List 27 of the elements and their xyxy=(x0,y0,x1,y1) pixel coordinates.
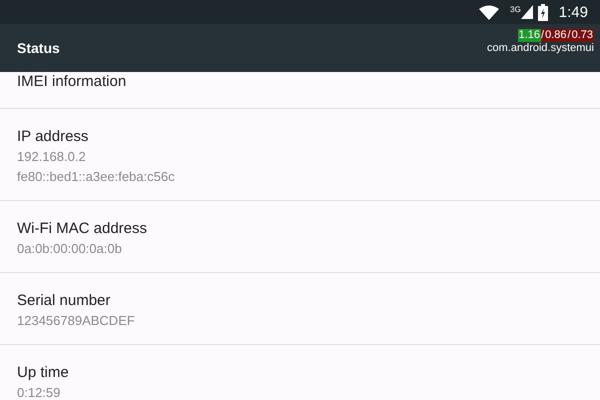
load-value: 0.73 xyxy=(570,29,594,42)
wifi-icon xyxy=(479,4,500,20)
battery-icon xyxy=(538,4,548,20)
status-item[interactable]: IMEI information xyxy=(0,72,600,109)
load-separator: / xyxy=(541,29,544,42)
item-value: 0a:0b:00:00:0a:0b xyxy=(17,240,123,258)
signal-icon xyxy=(520,5,533,19)
item-title: Up time xyxy=(17,363,70,383)
item-value: fe80::bed1::a3ee:feba:c56c xyxy=(17,168,176,186)
process-name: com.android.systemui xyxy=(487,42,594,55)
item-title: IP address xyxy=(17,127,90,147)
status-item[interactable]: IP address 192.168.0.2 fe80::bed1::a3ee:feba:c56c xyxy=(0,109,600,201)
item-title: Wi-Fi MAC address xyxy=(17,219,148,239)
status-item[interactable]: Serial number 123456789ABCDEF xyxy=(0,273,600,345)
status-item[interactable]: Wi-Fi MAC address 0a:0b:00:00:0a:0b xyxy=(0,201,600,273)
load-separator: / xyxy=(568,29,571,42)
status-item[interactable]: Up time 0:12:59 xyxy=(0,345,600,400)
item-title: IMEI information xyxy=(17,72,128,92)
item-value: 0:12:59 xyxy=(17,384,62,400)
item-value: 123456789ABCDEF xyxy=(17,312,136,330)
load-value: 0.86 xyxy=(544,29,568,42)
network-type: 3G xyxy=(510,5,521,14)
item-value: 192.168.0.2 xyxy=(17,148,87,166)
clock: 1:49 xyxy=(558,4,588,20)
item-title: Serial number xyxy=(17,291,112,311)
toolbar-title: Status xyxy=(17,40,60,56)
load-value: 1.16 xyxy=(518,29,542,42)
